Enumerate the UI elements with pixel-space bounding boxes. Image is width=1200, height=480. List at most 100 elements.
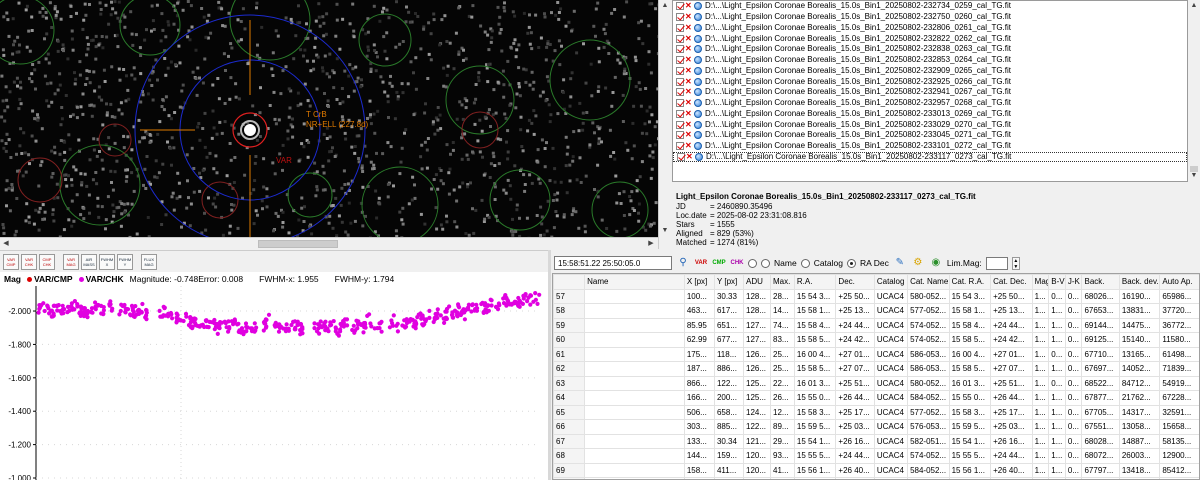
lightcurve-mode-button[interactable]: FLUX MAG (141, 253, 157, 270)
scroll-down-icon[interactable]: ▼ (660, 226, 670, 236)
edit-icon[interactable]: ✎ (893, 256, 907, 270)
image-horizontal-scrollbar[interactable]: ◀ ▶ (0, 237, 658, 249)
lightcurve-plot[interactable]: -2.000 -1.800 -1.600 -1.400 -1.200 -1.000 (0, 286, 548, 480)
file-row[interactable]: ✕ D:\...\Light_Epsilon Coronae Borealis_1… (673, 76, 1187, 87)
panel-splitter[interactable] (548, 250, 551, 480)
scroll-thumb[interactable] (258, 240, 338, 248)
lightcurve-mode-button[interactable]: FWHM X (99, 253, 115, 270)
column-header[interactable]: Y [px] (713, 274, 745, 290)
file-checkbox[interactable] (676, 88, 684, 97)
set-chk-icon[interactable]: CHK (730, 256, 744, 270)
file-row[interactable]: ✕ D:\...\Light_Epsilon Coronae Borealis_1… (673, 33, 1187, 44)
column-header[interactable]: R.A. (793, 274, 837, 290)
file-row[interactable]: ✕ D:\...\Light_Epsilon Coronae Borealis_1… (673, 109, 1187, 120)
globe-icon[interactable]: ◉ (929, 256, 943, 270)
lightcurve-mode-button[interactable]: CMP CHK (39, 253, 55, 270)
table-row[interactable]: 61 175... 118... 126... 25... 16 00 4... +27 0… (553, 346, 1199, 362)
column-header[interactable]: ADU (743, 274, 772, 290)
table-row[interactable]: 69 158... 411... 120... 41... 15 56 1... +26 4… (553, 462, 1199, 478)
scroll-right-icon[interactable]: ▶ (646, 239, 656, 249)
settings-icon[interactable]: ⚙ (911, 256, 925, 270)
column-header[interactable]: Name (584, 274, 685, 290)
file-row[interactable]: ✕ D:\...\Light_Epsilon Coronae Borealis_1… (673, 119, 1187, 130)
column-header[interactable]: Dec. (835, 274, 875, 290)
radio-name[interactable] (761, 258, 770, 268)
file-row[interactable]: ✕ D:\...\Light_Epsilon Coronae Borealis_1… (673, 55, 1187, 66)
table-row[interactable]: 64 166... 200... 125... 26... 15 55 0... +26 4… (553, 390, 1199, 406)
file-row[interactable]: ✕ D:\...\Light_Epsilon Coronae Borealis_1… (673, 87, 1187, 98)
star-table[interactable]: Name X [px] Y [px] ADU Max. R.A. Dec. Catalog Ca… (552, 273, 1200, 480)
column-header[interactable]: J-K (1064, 274, 1083, 290)
file-checkbox[interactable] (676, 77, 684, 86)
table-row[interactable]: 63 866... 122... 125... 22... 16 01 3... +25 5… (553, 375, 1199, 391)
column-header[interactable]: Auto Ap. (1159, 274, 1199, 290)
search-icon[interactable]: ⚲ (676, 256, 690, 270)
table-row[interactable]: 65 506... 658... 124... 12... 15 58 3... +25 1… (553, 404, 1199, 420)
column-header[interactable]: Cat. Name (907, 274, 950, 290)
file-checkbox[interactable] (677, 152, 685, 161)
lightcurve-mode-button[interactable]: AIR MASS (81, 253, 97, 270)
file-row[interactable]: ✕ D:\...\Light_Epsilon Coronae Borealis_1… (673, 12, 1187, 23)
column-header[interactable] (553, 274, 586, 290)
file-checkbox[interactable] (676, 66, 684, 75)
lightcurve-mode-button[interactable]: VAR MAG (63, 253, 79, 270)
set-var-icon[interactable]: VAR (694, 256, 708, 270)
set-cmp-icon[interactable]: CMP (712, 256, 726, 270)
scroll-up-icon[interactable]: ▲ (1189, 1, 1199, 11)
file-checkbox[interactable] (676, 120, 684, 129)
file-checkbox[interactable] (676, 45, 684, 54)
image-view[interactable]: T CrB NR+ELL (227.8d) VAR (0, 0, 658, 237)
column-header[interactable]: Cat. R.A. (948, 274, 992, 290)
table-row[interactable]: 57 100... 30.33 128... 28... 15 54 3... +25 50… (553, 288, 1199, 304)
table-row[interactable]: 60 62.99 677... 127... 83... 15 58 5... +24 42… (553, 332, 1199, 348)
file-checkbox[interactable] (676, 13, 684, 22)
coordinate-input[interactable] (554, 256, 672, 270)
file-checkbox[interactable] (676, 23, 684, 32)
table-row[interactable]: 58 463... 617... 128... 14... 15 58 1... +25 1… (553, 303, 1199, 319)
file-row[interactable]: ✕ D:\...\Light_Epsilon Coronae Borealis_1… (673, 66, 1187, 77)
radio-radec[interactable] (847, 258, 856, 268)
column-header[interactable]: Max. (770, 274, 795, 290)
file-checkbox[interactable] (676, 142, 684, 151)
column-header[interactable]: X [px] (683, 274, 715, 290)
column-header[interactable]: Cat. Dec. (990, 274, 1033, 290)
file-checkbox[interactable] (676, 131, 684, 140)
file-row[interactable]: ✕ D:\...\Light_Epsilon Coronae Borealis_1… (673, 1, 1187, 12)
radio-catalog[interactable] (800, 258, 810, 268)
file-row[interactable]: ✕ D:\...\Light_Epsilon Coronae Borealis_1… (673, 151, 1187, 163)
file-checkbox[interactable] (676, 56, 684, 65)
file-row[interactable]: ✕ D:\...\Light_Epsilon Coronae Borealis_1… (673, 130, 1187, 141)
lightcurve-chart[interactable]: -2.000-1.800-1.600-1.400-1.200-1.000 (0, 286, 548, 480)
file-row[interactable]: ✕ D:\...\Light_Epsilon Coronae Borealis_1… (673, 44, 1187, 55)
limmag-input[interactable] (985, 256, 1008, 270)
column-header[interactable]: Back. dev. (1118, 274, 1161, 290)
file-list[interactable]: ✕ D:\...\Light_Epsilon Coronae Borealis_1… (672, 0, 1188, 182)
column-header[interactable]: Catalog (873, 274, 909, 290)
table-row[interactable]: 68 144... 159... 120... 93... 15 55 5... +24 4… (553, 448, 1199, 464)
file-checkbox[interactable] (676, 34, 684, 43)
scroll-down-icon[interactable]: ▼ (1189, 171, 1199, 181)
lightcurve-mode-button[interactable]: FWHM Y (117, 253, 133, 270)
file-row[interactable]: ✕ D:\...\Light_Epsilon Coronae Borealis_1… (673, 98, 1187, 109)
file-row[interactable]: ✕ D:\...\Light_Epsilon Coronae Borealis_1… (673, 141, 1187, 152)
image-vertical-scrollbar[interactable]: ▲ ▼ (658, 0, 670, 249)
lightcurve-mode-button[interactable]: VAR CHK (21, 253, 37, 270)
file-checkbox[interactable] (676, 2, 684, 11)
star-field[interactable] (0, 0, 658, 237)
limmag-spinner-icon[interactable]: ▲ ▼ (1011, 256, 1020, 270)
file-row[interactable]: ✕ D:\...\Light_Epsilon Coronae Borealis_1… (673, 23, 1187, 34)
table-row[interactable]: 62 187... 886... 126... 25... 15 58 5... +27 0… (553, 361, 1199, 377)
table-row[interactable]: 59 85.95 651... 127... 74... 15 58 4... +24 44… (553, 317, 1199, 333)
radio-blank[interactable] (748, 258, 757, 268)
column-header[interactable]: B-V (1048, 274, 1066, 290)
table-row[interactable]: 66 303... 885... 122... 89... 15 59 5... +25 0… (553, 419, 1199, 435)
file-checkbox[interactable] (676, 109, 684, 118)
column-header[interactable]: Back. (1081, 274, 1120, 290)
column-header[interactable]: Mag (1031, 274, 1050, 290)
lightcurve-mode-button[interactable]: VAR CMP (3, 253, 19, 270)
scroll-up-icon[interactable]: ▲ (660, 1, 670, 11)
table-row[interactable]: 67 133... 30.34 121... 29... 15 54 1... +26 16… (553, 433, 1199, 449)
file-checkbox[interactable] (676, 99, 684, 108)
scroll-left-icon[interactable]: ◀ (1, 239, 11, 249)
file-list-scrollbar[interactable]: ▲ ▼ (1188, 0, 1200, 182)
